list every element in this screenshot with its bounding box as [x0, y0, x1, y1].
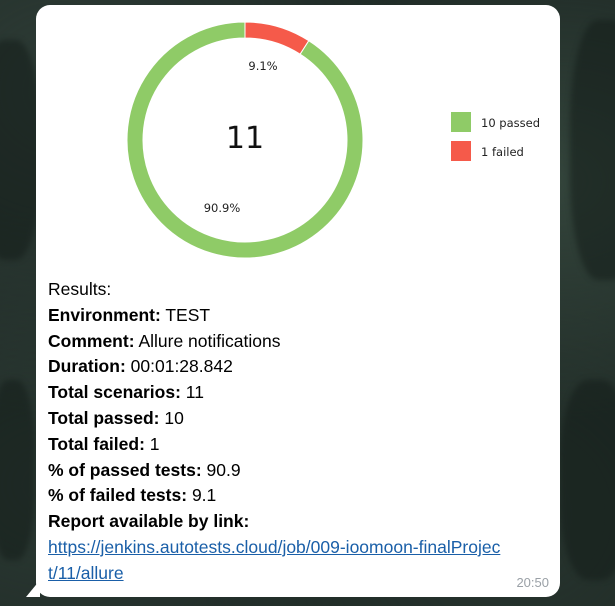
- failed-percent-row: % of failed tests: 9.1: [48, 483, 548, 509]
- total-failed-row: Total failed: 1: [48, 432, 548, 458]
- total-passed-value: 10: [164, 407, 184, 428]
- background-foliage: [570, 20, 615, 280]
- report-label: Report available by link:: [48, 511, 250, 532]
- total-scenarios-value: 11: [185, 382, 204, 403]
- test-results-chart[interactable]: 11 9.1% 90.9% 10 passed 1 failed: [36, 5, 560, 267]
- legend-label-failed: 1 failed: [481, 145, 524, 159]
- results-heading: Results:: [48, 279, 112, 299]
- passed-percent-value: 90.9: [206, 459, 241, 480]
- report-label-row: Report available by link:: [48, 509, 548, 535]
- total-scenarios-row: Total scenarios: 11: [48, 380, 548, 406]
- results-text: Results: Environment: TEST Comment: Allu…: [48, 277, 548, 587]
- results-heading-row: Results:: [48, 277, 548, 303]
- comment-row: Comment: Allure notifications: [48, 329, 548, 355]
- chart-total-label: 11: [226, 121, 264, 156]
- background-foliage: [0, 380, 35, 560]
- environment-value: TEST: [165, 304, 211, 325]
- total-failed-label: Total failed:: [48, 433, 145, 454]
- donut-chart-svg: 11 9.1% 90.9% 10 passed 1 failed: [126, 21, 540, 259]
- background-foliage: [560, 380, 615, 580]
- legend-swatch-passed: [451, 112, 471, 132]
- total-passed-label: Total passed:: [48, 407, 160, 428]
- background-foliage: [0, 40, 40, 260]
- total-scenarios-label: Total scenarios:: [48, 382, 181, 403]
- legend-label-passed: 10 passed: [481, 116, 540, 130]
- donut-slice-failed: [244, 21, 310, 55]
- slice-label-passed: 90.9%: [204, 201, 241, 215]
- message-timestamp: 20:50: [516, 575, 549, 590]
- passed-percent-label: % of passed tests:: [48, 459, 202, 480]
- total-passed-row: Total passed: 10: [48, 406, 548, 432]
- failed-percent-label: % of failed tests:: [48, 485, 188, 506]
- environment-row: Environment: TEST: [48, 303, 548, 329]
- message-bubble[interactable]: 11 9.1% 90.9% 10 passed 1 failed Results…: [36, 5, 560, 597]
- slice-label-failed: 9.1%: [248, 59, 277, 73]
- total-failed-value: 1: [149, 433, 160, 454]
- environment-label: Environment:: [48, 304, 161, 325]
- duration-value: 00:01:28.842: [130, 356, 233, 377]
- failed-percent-value: 9.1: [191, 485, 217, 506]
- duration-label: Duration:: [48, 356, 126, 377]
- report-link[interactable]: https://jenkins.autotests.cloud/job/009-…: [48, 535, 503, 587]
- legend-swatch-failed: [451, 141, 471, 161]
- duration-row: Duration: 00:01:28.842: [48, 354, 548, 380]
- comment-value: Allure notifications: [138, 330, 281, 351]
- comment-label: Comment:: [48, 330, 135, 351]
- passed-percent-row: % of passed tests: 90.9: [48, 458, 548, 484]
